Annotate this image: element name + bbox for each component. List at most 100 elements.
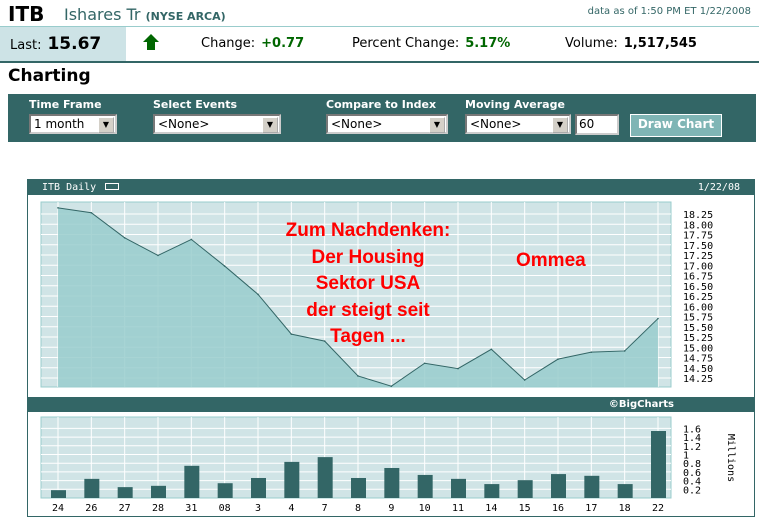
section-title: Charting bbox=[8, 66, 91, 86]
volume-bar bbox=[117, 487, 133, 498]
chart-panel: ITB Daily 1/22/08 ©BigCharts 18.25 18.00 1… bbox=[27, 179, 755, 517]
events-label: Select Events bbox=[153, 98, 238, 111]
last-price: Last: 15.67 bbox=[0, 27, 126, 61]
volume-bar bbox=[617, 484, 633, 498]
x-tick-label: 18 bbox=[619, 503, 631, 514]
volume-bar bbox=[251, 477, 266, 498]
volume: Volume: 1,517,545 bbox=[565, 36, 697, 51]
annotation-author: Ommea bbox=[516, 250, 586, 271]
volume-bar bbox=[551, 474, 566, 498]
price-point bbox=[623, 350, 626, 352]
price-point bbox=[190, 238, 193, 241]
price-point bbox=[157, 254, 159, 257]
chevron-down-icon: ▼ bbox=[262, 117, 278, 133]
x-tick-label: 3 bbox=[255, 503, 261, 514]
volume-bar bbox=[351, 477, 366, 498]
ticker-symbol: ITB bbox=[8, 2, 45, 26]
pct-value: 5.17% bbox=[465, 36, 511, 51]
up-arrow-icon bbox=[143, 34, 159, 50]
y-tick-label: 14.25 bbox=[683, 374, 713, 385]
volume-bar bbox=[517, 480, 533, 498]
ma-label: Moving Average bbox=[465, 98, 565, 111]
events-value: <None> bbox=[158, 117, 210, 131]
x-tick-label: 24 bbox=[52, 503, 64, 514]
x-tick-label: 14 bbox=[485, 503, 497, 514]
volume-bar bbox=[217, 483, 233, 498]
volume-value: 1,517,545 bbox=[623, 36, 697, 51]
exchange: (NYSE ARCA) bbox=[145, 10, 226, 23]
volume-label: Volume: bbox=[565, 36, 618, 51]
x-tick-label: 26 bbox=[85, 503, 97, 514]
chevron-down-icon: ▼ bbox=[552, 117, 568, 133]
price-point bbox=[423, 362, 426, 365]
time-frame-value: 1 month bbox=[34, 117, 85, 131]
x-tick-label: 9 bbox=[388, 503, 394, 514]
annotation-line: Der Housing bbox=[311, 246, 425, 268]
x-tick-label: 11 bbox=[452, 503, 464, 514]
x-tick-label: 17 bbox=[585, 503, 597, 514]
x-tick-label: 8 bbox=[355, 503, 361, 514]
price-point bbox=[657, 317, 659, 320]
ma-select[interactable]: <None> ▼ bbox=[465, 114, 571, 134]
x-tick-label: 22 bbox=[652, 503, 664, 514]
y-axis-label: Millions bbox=[725, 434, 736, 482]
volume-bar bbox=[484, 484, 500, 498]
compare-label: Compare to Index bbox=[326, 98, 437, 111]
price-point bbox=[57, 207, 59, 209]
x-tick-label: 08 bbox=[219, 503, 231, 514]
x-tick-label: 10 bbox=[419, 503, 431, 514]
price-point bbox=[390, 385, 393, 387]
chevron-down-icon: ▼ bbox=[429, 117, 445, 133]
annotation-line: Sektor USA bbox=[315, 273, 421, 294]
volume-bar bbox=[184, 465, 200, 498]
price-point bbox=[90, 211, 93, 214]
percent-change: Percent Change: 5.17% bbox=[352, 36, 510, 51]
x-tick-label: 27 bbox=[119, 503, 131, 514]
volume-bar bbox=[384, 467, 400, 498]
change-value: +0.77 bbox=[261, 36, 305, 51]
price-point bbox=[457, 367, 459, 370]
volume-bar bbox=[84, 478, 100, 498]
x-tick-label: 7 bbox=[322, 503, 328, 514]
events-select[interactable]: <None> ▼ bbox=[153, 114, 281, 134]
chart-options-form: Time Frame 1 month ▼ Select Events <None>… bbox=[8, 94, 756, 142]
price-point bbox=[523, 379, 526, 381]
ma-value: <None> bbox=[470, 117, 522, 131]
price-point bbox=[357, 375, 359, 377]
y-tick-label: 0.2 bbox=[683, 485, 701, 496]
volume-bar bbox=[151, 485, 166, 498]
pct-label: Percent Change: bbox=[352, 36, 460, 51]
compare-select[interactable]: <None> ▼ bbox=[326, 114, 448, 134]
time-frame-select[interactable]: 1 month ▼ bbox=[29, 114, 117, 134]
compare-value: <None> bbox=[331, 117, 383, 131]
time-frame-label: Time Frame bbox=[29, 98, 102, 111]
volume-bar bbox=[584, 475, 600, 498]
volume-bar bbox=[284, 461, 300, 498]
annotation-line: Zum Nachdenken: bbox=[285, 220, 451, 241]
last-label: Last: bbox=[10, 38, 42, 53]
volume-bar bbox=[317, 457, 333, 498]
volume-bar bbox=[451, 478, 466, 498]
volume-bar bbox=[51, 490, 66, 498]
x-tick-label: 15 bbox=[519, 503, 531, 514]
annotation-text: Zum Nachdenken: Der Housing Sektor USA d… bbox=[228, 218, 508, 351]
chevron-down-icon: ▼ bbox=[98, 117, 114, 133]
x-tick-label: 31 bbox=[185, 503, 197, 514]
data-timestamp: data as of 1:50 PM ET 1/22/2008 bbox=[587, 6, 751, 17]
price-point bbox=[123, 236, 126, 239]
volume-bar bbox=[651, 431, 666, 498]
volume-bar bbox=[417, 474, 433, 498]
last-value: 15.67 bbox=[47, 34, 102, 54]
security-name: Ishares Tr (NYSE ARCA) bbox=[64, 5, 226, 24]
change: Change: +0.77 bbox=[201, 36, 304, 51]
annotation-line: der steigt seit bbox=[306, 299, 430, 321]
price-point bbox=[223, 265, 226, 267]
quote-bar: Last: 15.67 Change: +0.77 Percent Change: 5… bbox=[0, 26, 759, 63]
price-point bbox=[590, 351, 593, 353]
draw-chart-button[interactable]: Draw Chart bbox=[630, 114, 722, 137]
ma-period-input[interactable]: 60 bbox=[575, 114, 619, 135]
x-tick-label: 28 bbox=[152, 503, 164, 514]
name-text: Ishares Tr bbox=[64, 5, 141, 24]
annotation-line: Tagen ... bbox=[330, 326, 406, 347]
price-point bbox=[557, 358, 559, 360]
